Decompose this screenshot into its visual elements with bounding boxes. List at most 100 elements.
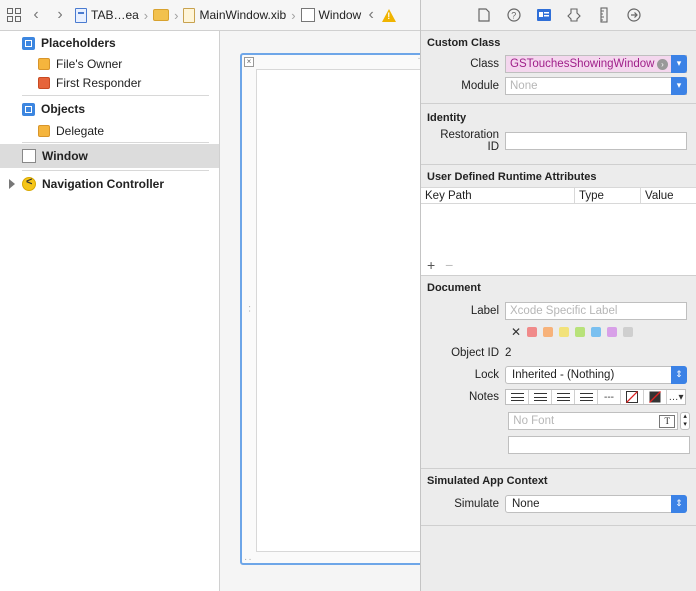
attributes-icon xyxy=(566,8,581,22)
class-combo[interactable]: GSTouchesShowingWindow › ▾ xyxy=(505,54,687,73)
restoration-id-label: Restoration ID xyxy=(440,129,499,153)
color-swatch-purple[interactable] xyxy=(607,327,618,337)
interface-canvas[interactable]: × ·· ·· ·· xyxy=(220,31,430,591)
notes-textarea[interactable] xyxy=(508,436,690,454)
window-scene[interactable]: × ·· ·· ·· xyxy=(240,53,430,565)
first-responder-icon xyxy=(38,76,50,89)
updown-chevron-icon: ⇕ xyxy=(671,494,687,513)
document-section: Document Label Xcode Specific Label ✕ Ob… xyxy=(421,278,696,469)
window-icon xyxy=(300,8,315,22)
jump-bar: ‹ › TAB…ea › › MainWindow.xib › Window ‹ xyxy=(0,0,420,31)
module-combo[interactable]: None ▾ xyxy=(505,76,687,95)
natural-align-button[interactable]: --- xyxy=(598,390,621,404)
placeholders-cube-icon xyxy=(22,36,35,50)
label-field[interactable]: Xcode Specific Label xyxy=(505,302,687,320)
lock-select[interactable]: Inherited - (Nothing) ⇕ xyxy=(505,365,687,384)
align-right-button[interactable] xyxy=(552,390,575,404)
dashes-icon: --- xyxy=(604,391,614,403)
project-file-icon xyxy=(75,7,87,23)
section-title: Document xyxy=(427,282,481,294)
back-arrow-icon[interactable]: ‹ xyxy=(24,6,48,24)
column-value[interactable]: Value xyxy=(641,188,696,203)
align-right-icon xyxy=(556,393,570,401)
runtime-attributes-table[interactable]: Key Path Type Value + − xyxy=(421,187,696,275)
resize-handle-left[interactable]: ·· xyxy=(244,305,255,314)
outline-item-first-responder[interactable]: First Responder xyxy=(0,73,219,92)
go-to-arrow-icon[interactable]: › xyxy=(657,58,668,70)
label-placeholder: Xcode Specific Label xyxy=(510,305,618,317)
section-title: Simulated App Context xyxy=(427,475,548,487)
align-left-button[interactable] xyxy=(506,390,529,404)
attributes-inspector-tab[interactable] xyxy=(565,6,583,24)
outline-item-delegate[interactable]: Delegate xyxy=(0,120,219,142)
color-swatch-gray[interactable] xyxy=(623,327,634,337)
window-content-view[interactable] xyxy=(256,69,426,552)
remove-attribute-button[interactable]: − xyxy=(445,257,453,273)
issue-back-arrow-icon[interactable]: ‹ xyxy=(364,6,378,24)
color-swatch-yellow[interactable] xyxy=(559,327,570,337)
no-color-button[interactable] xyxy=(621,390,644,404)
outline-item-label: First Responder xyxy=(56,75,142,90)
color-swatch-blue[interactable] xyxy=(591,327,602,337)
connections-inspector-tab[interactable] xyxy=(625,6,643,24)
simulate-select[interactable]: None ⇕ xyxy=(505,494,687,513)
close-icon[interactable]: × xyxy=(244,57,254,67)
window-icon xyxy=(22,149,36,163)
notes-text-row xyxy=(427,434,690,456)
chevron-down-icon[interactable]: ▾ xyxy=(671,54,687,73)
font-field[interactable]: No Font T xyxy=(508,412,679,430)
outline-item-label: Window xyxy=(42,149,88,163)
forward-arrow-icon[interactable]: › xyxy=(48,6,72,24)
jump-file[interactable]: MainWindow.xib xyxy=(180,0,289,30)
column-key-path[interactable]: Key Path xyxy=(421,188,575,203)
color-swatch-orange[interactable] xyxy=(543,327,554,337)
identity-inspector-tab[interactable] xyxy=(535,6,553,24)
add-attribute-button[interactable]: + xyxy=(427,257,435,273)
question-icon: ? xyxy=(506,8,521,22)
help-inspector-tab[interactable]: ? xyxy=(505,6,523,24)
font-picker-icon[interactable]: T xyxy=(659,414,676,428)
warning-icon[interactable] xyxy=(382,8,397,22)
outline-item-files-owner[interactable]: File's Owner xyxy=(0,54,219,73)
related-items-button[interactable] xyxy=(4,0,24,30)
size-inspector-tab[interactable] xyxy=(595,6,613,24)
resize-handle-bottom[interactable]: ·· xyxy=(244,554,253,565)
file-inspector-tab[interactable] xyxy=(475,6,493,24)
justify-button[interactable] xyxy=(575,390,598,404)
align-center-button[interactable] xyxy=(529,390,552,404)
outline-section-placeholders[interactable]: Placeholders xyxy=(0,32,219,54)
jump-separator: › xyxy=(174,7,179,23)
font-size-stepper[interactable]: ▴ ▾ xyxy=(680,412,690,430)
disclosure-triangle-icon[interactable] xyxy=(9,179,15,189)
label-row: Label Xcode Specific Label xyxy=(427,300,690,322)
jump-object[interactable]: Window xyxy=(298,0,365,30)
outline-item-navigation-controller[interactable]: Navigation Controller xyxy=(0,173,219,195)
more-options-button[interactable]: …▾ xyxy=(667,390,685,404)
label-label: Label xyxy=(470,305,499,317)
column-type[interactable]: Type xyxy=(575,188,641,203)
notes-row: Notes --- …▾ xyxy=(427,386,690,408)
jump-project[interactable]: TAB…ea xyxy=(72,0,142,30)
module-field[interactable]: None xyxy=(506,80,671,92)
outline-item-window[interactable]: Window xyxy=(0,144,219,168)
lock-label: Lock xyxy=(474,369,499,381)
folder-icon xyxy=(153,9,170,21)
identity-section: Identity Restoration ID xyxy=(421,108,696,165)
color-swatch-green[interactable] xyxy=(575,327,586,337)
no-background-icon xyxy=(649,391,661,403)
clear-color-icon[interactable]: ✕ xyxy=(511,325,521,339)
font-placeholder: No Font xyxy=(513,415,555,427)
outline-section-objects[interactable]: Objects xyxy=(0,98,219,120)
outline-divider xyxy=(22,95,209,96)
no-background-button[interactable] xyxy=(644,390,667,404)
justify-icon xyxy=(579,393,593,401)
lock-row: Lock Inherited - (Nothing) ⇕ xyxy=(427,364,690,386)
chevron-down-icon[interactable]: ▾ xyxy=(671,76,687,95)
color-swatch-red[interactable] xyxy=(527,327,538,337)
simulate-value: None xyxy=(512,498,540,510)
grid-icon xyxy=(7,8,21,22)
restoration-id-field[interactable] xyxy=(505,132,687,150)
class-field[interactable]: GSTouchesShowingWindow xyxy=(506,56,671,72)
jump-folder[interactable] xyxy=(150,0,172,30)
arrow-circle-icon xyxy=(626,8,641,22)
